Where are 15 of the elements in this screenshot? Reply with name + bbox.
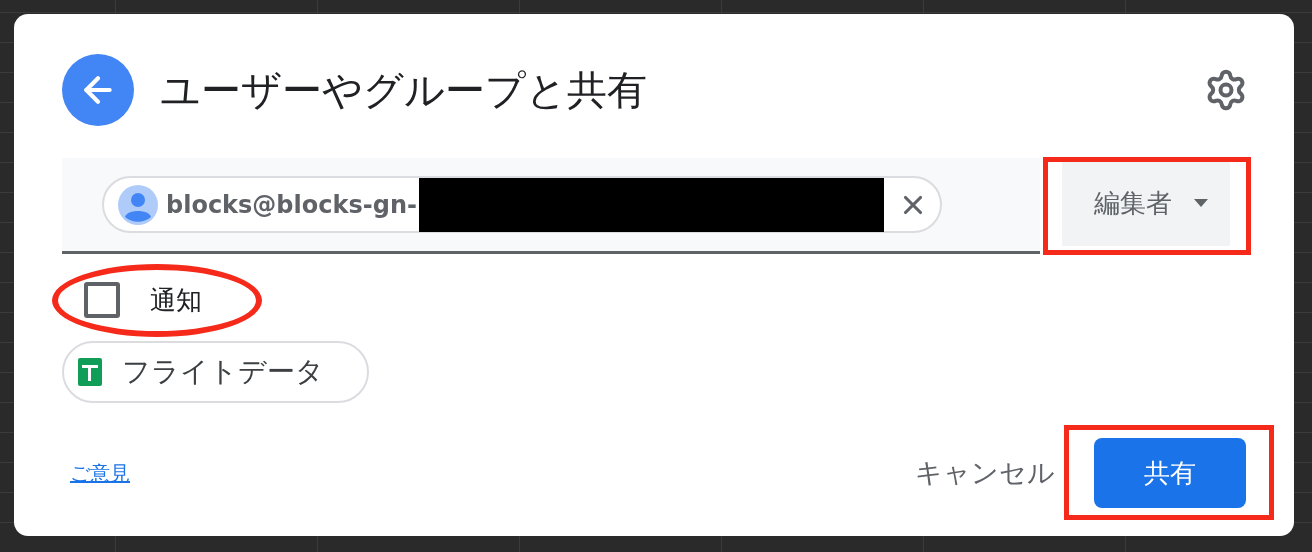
notify-label: 通知 xyxy=(150,283,202,317)
recipient-email: blocks@blocks-gn- xyxy=(166,190,417,219)
file-name: フライトデータ xyxy=(122,354,324,390)
spreadsheet-icon xyxy=(78,358,102,386)
caret-icon xyxy=(1194,199,1208,207)
cancel-button[interactable]: キャンセル xyxy=(915,455,1055,491)
dialog-title: ユーザーやグループと共有 xyxy=(160,65,648,115)
share-button[interactable]: 共有 xyxy=(1094,438,1246,508)
recipient-chip[interactable]: blocks@blocks-gn- xyxy=(102,176,942,233)
file-chip[interactable]: フライトデータ xyxy=(62,341,369,403)
avatar-icon xyxy=(118,184,158,225)
notify-checkbox[interactable] xyxy=(84,282,120,318)
feedback-link[interactable]: ご意見 xyxy=(70,459,915,487)
role-dropdown[interactable]: 編集者 xyxy=(1062,160,1230,246)
recipient-field[interactable]: blocks@blocks-gn- xyxy=(62,158,1040,254)
